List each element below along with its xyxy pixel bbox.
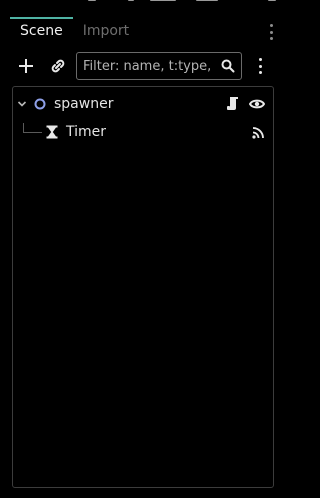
script-icon[interactable]: [226, 96, 240, 111]
node-circle-icon: [34, 98, 46, 110]
tree-item-timer[interactable]: Timer: [13, 118, 273, 146]
dock-tabs: Scene Import: [10, 17, 139, 45]
plus-icon: [19, 59, 33, 73]
eye-icon[interactable]: [249, 97, 265, 111]
scene-tree[interactable]: spawner Timer: [12, 86, 274, 488]
hourglass-icon: [46, 125, 58, 139]
node-label-spawner: spawner: [54, 96, 114, 112]
instantiate-scene-button[interactable]: [45, 52, 71, 80]
tab-options-button[interactable]: [266, 24, 276, 40]
clipped-title-strip: [0, 0, 287, 4]
scene-toolbar: [0, 52, 287, 82]
kebab-icon: [258, 58, 262, 61]
tab-import[interactable]: Import: [73, 17, 139, 45]
tab-scene[interactable]: Scene: [10, 17, 73, 45]
add-node-button[interactable]: [13, 52, 39, 80]
search-icon[interactable]: [221, 59, 235, 73]
tree-item-spawner[interactable]: spawner: [13, 90, 273, 118]
scene-tree-options-button[interactable]: [253, 55, 267, 77]
signal-icon[interactable]: [252, 126, 265, 139]
chevron-down-icon[interactable]: [17, 99, 27, 109]
link-icon: [51, 59, 65, 73]
filter-nodes-field[interactable]: [76, 52, 242, 80]
node-label-timer: Timer: [66, 124, 107, 140]
scene-dock: Scene Import Filter: name, t:type, spawn…: [0, 0, 287, 498]
filter-input[interactable]: [77, 53, 217, 79]
